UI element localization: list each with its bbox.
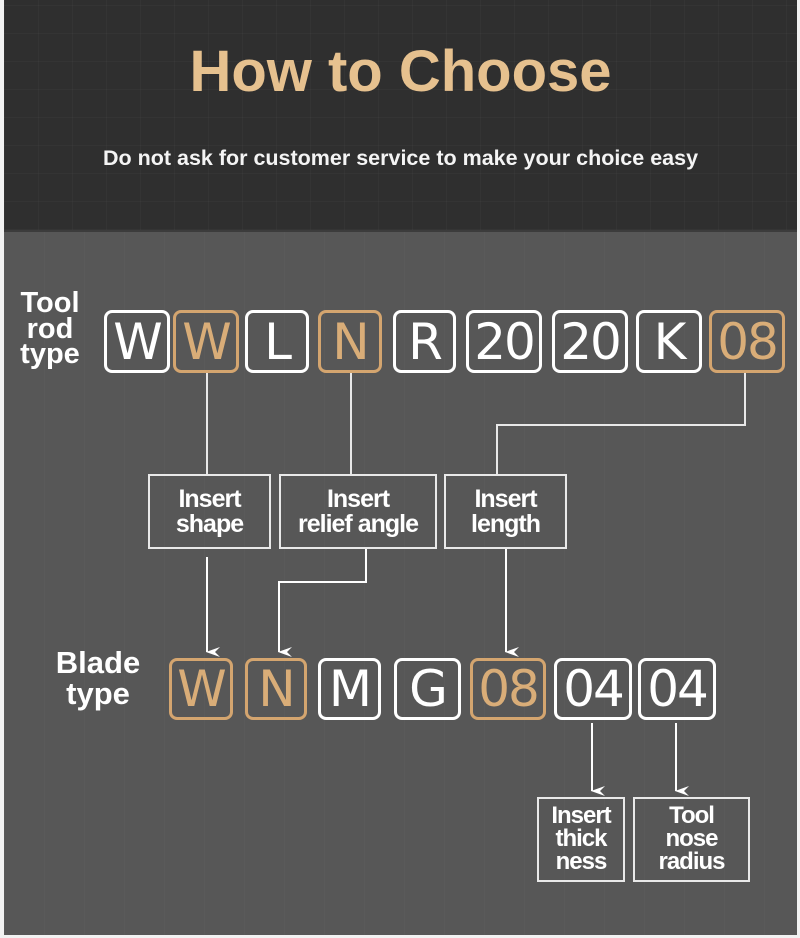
- label-insert-relief-angle: Insert relief angle: [279, 474, 437, 549]
- tool-rod-label-line: type: [20, 338, 80, 371]
- label-line: Insert: [178, 485, 241, 513]
- tool-rod-code-box: L: [245, 310, 309, 373]
- blade-code-box: W: [169, 658, 233, 720]
- tool-rod-code-box: 20: [466, 310, 542, 373]
- tool-rod-code-box: W: [104, 310, 170, 373]
- code-char: 20: [474, 312, 536, 371]
- label-line: shape: [175, 509, 244, 538]
- blade-code-box: 08: [470, 658, 546, 720]
- page-subtitle: Do not ask for customer service to make …: [102, 146, 699, 170]
- page-title: How to Choose: [189, 39, 612, 104]
- code-char: W: [177, 660, 226, 718]
- label-line: Insert: [474, 485, 537, 513]
- blade-type-label: Blade type: [48, 647, 148, 709]
- code-char: 04: [647, 660, 709, 718]
- tool-rod-code-box: K: [636, 310, 702, 373]
- label-tool-nose-radius: Tool nose radius: [633, 797, 750, 882]
- label-line: ness: [555, 847, 608, 875]
- tool-rod-code-box: N: [318, 310, 382, 373]
- blade-code-box: N: [245, 658, 307, 720]
- blade-code-box: 04: [638, 658, 716, 720]
- tool-rod-code-box: 08: [709, 310, 785, 373]
- code-char: K: [653, 312, 687, 371]
- code-char: 08: [478, 660, 540, 718]
- code-char: L: [264, 312, 292, 371]
- tool-rod-type-label: Tool rod type: [14, 289, 86, 371]
- code-char: W: [113, 312, 162, 371]
- label-insert-shape: Insert shape: [148, 474, 271, 549]
- tool-rod-code-box: 20: [552, 310, 628, 373]
- code-char: M: [328, 660, 372, 718]
- code-char: 04: [563, 660, 625, 718]
- blade-code-box: G: [394, 658, 461, 720]
- code-char: G: [409, 660, 448, 718]
- label-insert-thickness: Insert thick ness: [537, 797, 625, 882]
- code-char: 08: [717, 312, 779, 371]
- label-line: relief angle: [298, 509, 419, 538]
- blade-label-line: Blade: [55, 645, 141, 680]
- blade-code-box: M: [318, 658, 381, 720]
- label-line: radius: [658, 847, 725, 875]
- label-line: Insert: [326, 485, 390, 513]
- code-char: N: [258, 660, 295, 718]
- label-insert-length: Insert length: [444, 474, 567, 549]
- blade-label-line: type: [66, 676, 130, 711]
- code-char: R: [408, 312, 443, 371]
- label-line: length: [471, 509, 541, 538]
- code-char: N: [332, 312, 369, 371]
- code-char: W: [182, 312, 231, 371]
- tool-rod-code-box: W: [173, 310, 239, 373]
- code-char: 20: [560, 312, 622, 371]
- header-banner: How to Choose Do not ask for customer se…: [4, 0, 797, 232]
- blade-code-box: 04: [554, 658, 632, 720]
- tool-rod-code-box: R: [393, 310, 456, 373]
